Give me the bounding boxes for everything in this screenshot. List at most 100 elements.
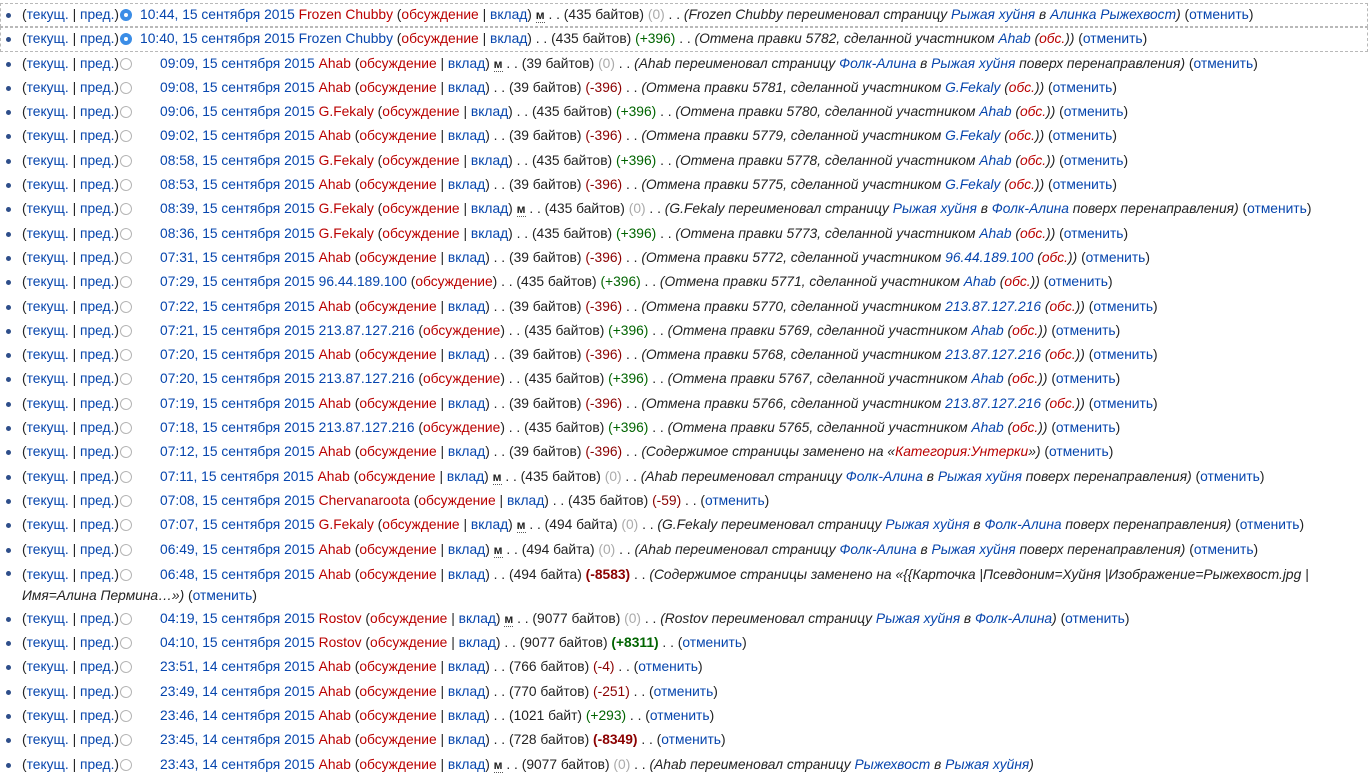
cur-link[interactable]: текущ. [27, 420, 69, 435]
user-contribs-link[interactable]: вклад [471, 517, 508, 532]
summary-link[interactable]: Ahab [964, 274, 996, 289]
revision-radio[interactable] [120, 758, 133, 771]
undo-link[interactable]: отменить [1048, 274, 1108, 289]
revision-date-link[interactable]: 23:51, 14 сентября 2015 [160, 659, 315, 674]
user-contribs-link[interactable]: вклад [447, 469, 484, 484]
user-link[interactable]: Ahab [319, 177, 351, 192]
user-link[interactable]: Rostov [319, 611, 362, 626]
user-link[interactable]: Frozen Chubby [299, 31, 393, 46]
cur-link[interactable]: текущ. [27, 31, 69, 46]
user-talk-link[interactable]: обсуждение [359, 347, 436, 362]
undo-link[interactable]: отменить [1093, 396, 1153, 411]
undo-link[interactable]: отменить [1086, 250, 1146, 265]
prev-link[interactable]: пред. [80, 493, 114, 508]
prev-link[interactable]: пред. [80, 201, 114, 216]
user-contribs-link[interactable]: вклад [490, 31, 527, 46]
revision-radio[interactable] [120, 543, 133, 556]
user-talk-link[interactable]: обсуждение [370, 635, 447, 650]
summary-link[interactable]: Фолк-Алина [839, 542, 916, 557]
user-link[interactable]: Ahab [318, 469, 350, 484]
undo-link[interactable]: отменить [1056, 371, 1116, 386]
revision-radio[interactable] [120, 154, 133, 167]
summary-link[interactable]: обс. [1039, 31, 1065, 46]
user-link[interactable]: G.Fekaly [319, 153, 374, 168]
revision-radio[interactable] [120, 612, 133, 625]
user-link[interactable]: Ahab [319, 684, 351, 699]
cur-link[interactable]: текущ. [27, 104, 69, 119]
user-talk-link[interactable]: обсуждение [401, 7, 478, 22]
user-link[interactable]: Ahab [319, 299, 351, 314]
user-link[interactable]: 96.44.189.100 [319, 274, 407, 289]
revision-date-link[interactable]: 10:44, 15 сентября 2015 [140, 7, 295, 22]
cur-link[interactable]: текущ. [27, 153, 69, 168]
user-talk-link[interactable]: обсуждение [382, 201, 459, 216]
user-link[interactable]: Chervanaroota [319, 493, 410, 508]
summary-link[interactable]: Рыжая хуйня [945, 757, 1029, 772]
summary-link[interactable]: Категория:Унтерки [895, 444, 1028, 459]
revision-date-link[interactable]: 07:11, 15 сентября 2015 [160, 469, 314, 484]
revision-date-link[interactable]: 23:49, 14 сентября 2015 [160, 684, 315, 699]
user-link[interactable]: Ahab [319, 757, 351, 772]
prev-link[interactable]: пред. [80, 659, 114, 674]
prev-link[interactable]: пред. [80, 274, 114, 289]
user-contribs-link[interactable]: вклад [459, 635, 496, 650]
summary-link[interactable]: Рыжая хуйня [885, 517, 969, 532]
summary-link[interactable]: Ahab [979, 153, 1011, 168]
summary-link[interactable]: обс. [1009, 80, 1035, 95]
prev-link[interactable]: пред. [80, 104, 114, 119]
user-contribs-link[interactable]: вклад [448, 542, 485, 557]
user-contribs-link[interactable]: вклад [459, 611, 496, 626]
cur-link[interactable]: текущ. [27, 517, 69, 532]
cur-link[interactable]: текущ. [27, 347, 69, 362]
user-talk-link[interactable]: обсуждение [359, 444, 436, 459]
user-link[interactable]: G.Fekaly [319, 226, 374, 241]
summary-link[interactable]: обс. [1009, 128, 1035, 143]
user-talk-link[interactable]: обсуждение [418, 493, 495, 508]
user-link[interactable]: Frozen Chubby [299, 7, 393, 22]
revision-radio[interactable] [120, 227, 133, 240]
summary-link[interactable]: Ahab [979, 104, 1011, 119]
user-link[interactable]: Rostov [319, 635, 362, 650]
summary-link[interactable]: Фолк-Алина [846, 469, 923, 484]
summary-link[interactable]: обс. [1050, 299, 1076, 314]
summary-link[interactable]: 213.87.127.216 [945, 347, 1041, 362]
undo-link[interactable]: отменить [1056, 323, 1116, 338]
cur-link[interactable]: текущ. [27, 274, 69, 289]
cur-link[interactable]: текущ. [27, 7, 69, 22]
revision-radio[interactable] [120, 685, 133, 698]
prev-link[interactable]: пред. [80, 708, 114, 723]
prev-link[interactable]: пред. [80, 517, 114, 532]
summary-link[interactable]: обс. [1012, 420, 1038, 435]
cur-link[interactable]: текущ. [27, 226, 69, 241]
prev-link[interactable]: пред. [80, 611, 114, 626]
user-contribs-link[interactable]: вклад [448, 732, 485, 747]
prev-link[interactable]: пред. [80, 469, 114, 484]
revision-radio[interactable] [120, 324, 133, 337]
revision-radio[interactable] [120, 568, 133, 581]
revision-date-link[interactable]: 08:39, 15 сентября 2015 [160, 201, 315, 216]
prev-link[interactable]: пред. [80, 732, 114, 747]
undo-link[interactable]: отменить [1053, 177, 1113, 192]
user-talk-link[interactable]: обсуждение [415, 274, 492, 289]
undo-link[interactable]: отменить [1053, 80, 1113, 95]
revision-date-link[interactable]: 09:09, 15 сентября 2015 [160, 56, 315, 71]
user-contribs-link[interactable]: вклад [448, 56, 485, 71]
user-link[interactable]: Ahab [319, 80, 351, 95]
user-contribs-link[interactable]: вклад [448, 128, 485, 143]
summary-link[interactable]: Алинка Рыжехвост [1050, 7, 1176, 22]
summary-link[interactable]: обс. [1012, 371, 1038, 386]
prev-link[interactable]: пред. [80, 128, 114, 143]
cur-link[interactable]: текущ. [27, 177, 69, 192]
user-link[interactable]: 213.87.127.216 [319, 371, 415, 386]
user-link[interactable]: Ahab [319, 444, 351, 459]
revision-radio[interactable] [120, 179, 133, 192]
undo-link[interactable]: отменить [1240, 517, 1300, 532]
user-link[interactable]: Ahab [319, 542, 351, 557]
user-link[interactable]: G.Fekaly [319, 517, 374, 532]
prev-link[interactable]: пред. [80, 542, 114, 557]
user-talk-link[interactable]: обсуждение [423, 420, 500, 435]
revision-radio[interactable] [120, 251, 133, 264]
revision-radio[interactable] [120, 300, 133, 313]
undo-link[interactable]: отменить [705, 493, 765, 508]
prev-link[interactable]: пред. [80, 250, 114, 265]
